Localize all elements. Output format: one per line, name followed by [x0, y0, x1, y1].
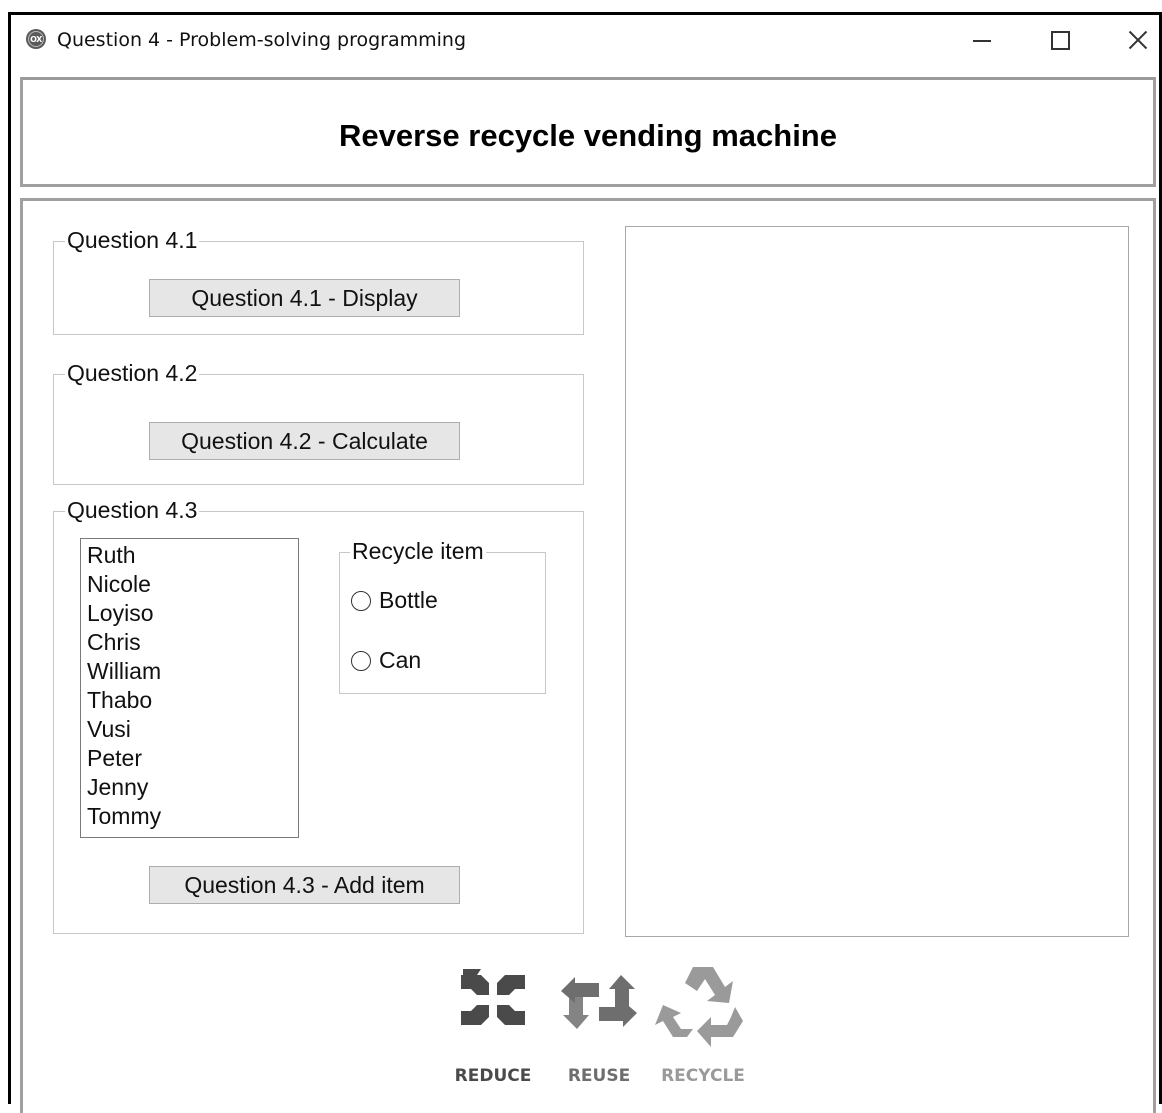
recycle-icon [655, 967, 743, 1047]
bottle-radio-option[interactable]: Bottle [351, 587, 438, 614]
question-4-1-display-button[interactable]: Question 4.1 - Display [149, 279, 460, 317]
question-4-1-legend: Question 4.1 [65, 227, 200, 254]
recycle-item-group: Recycle item Bottle Can [339, 538, 546, 694]
question-4-3-legend: Question 4.3 [65, 497, 200, 524]
list-item[interactable]: William [87, 657, 292, 686]
close-icon [1128, 30, 1148, 50]
reuse-icon [561, 975, 637, 1029]
minimize-icon [973, 40, 991, 42]
page-title: Reverse recycle vending machine [339, 118, 837, 153]
list-item[interactable]: Nicole [87, 570, 292, 599]
title-bar[interactable]: OX Question 4 - Problem-solving programm… [11, 15, 1159, 63]
question-4-2-legend: Question 4.2 [65, 360, 200, 387]
list-item[interactable]: Chris [87, 628, 292, 657]
can-radio-option[interactable]: Can [351, 647, 421, 674]
bottle-radio-label: Bottle [379, 587, 438, 613]
reduce-reuse-recycle-logo: REDUCE REUSE RECYCLE [455, 967, 745, 1086]
list-item[interactable]: Ruth [87, 541, 292, 570]
question-4-3-add-item-button[interactable]: Question 4.3 - Add item [149, 866, 460, 904]
maximize-icon [1050, 30, 1070, 50]
main-panel: Question 4.1 Question 4.1 - Display Ques… [20, 198, 1156, 1113]
list-item[interactable]: Thabo [87, 686, 292, 715]
output-display[interactable] [625, 226, 1129, 937]
app-icon: OX [26, 29, 46, 49]
window-title: Question 4 - Problem-solving programming [57, 29, 467, 51]
can-radio-label: Can [379, 647, 422, 673]
question-4-1-group: Question 4.1 Question 4.1 - Display [53, 227, 584, 335]
maximize-button[interactable] [1037, 21, 1083, 59]
list-item[interactable]: Jenny [87, 773, 292, 802]
recycle-item-legend: Recycle item [350, 538, 486, 565]
list-item[interactable]: Vusi [87, 715, 292, 744]
recycle-label: RECYCLE [661, 1066, 745, 1086]
can-radio[interactable] [351, 650, 371, 671]
reduce-label: REDUCE [455, 1066, 532, 1086]
list-item[interactable]: Loyiso [87, 599, 292, 628]
list-item[interactable]: Tommy [87, 802, 292, 831]
question-4-2-calculate-button[interactable]: Question 4.2 - Calculate [149, 422, 460, 460]
minimize-button[interactable] [959, 21, 1005, 59]
list-item[interactable]: Peter [87, 744, 292, 773]
reuse-label: REUSE [568, 1066, 630, 1086]
question-4-3-group: Question 4.3 Ruth Nicole Loyiso Chris Wi… [53, 497, 584, 934]
names-listbox[interactable]: Ruth Nicole Loyiso Chris William Thabo V… [80, 538, 299, 838]
bottle-radio[interactable] [351, 590, 371, 611]
close-button[interactable] [1115, 21, 1161, 59]
application-window: OX Question 4 - Problem-solving programm… [8, 12, 1162, 1113]
question-4-2-group: Question 4.2 Question 4.2 - Calculate [53, 360, 584, 485]
reduce-arrows [461, 975, 525, 1025]
header-panel: Reverse recycle vending machine [20, 77, 1156, 187]
